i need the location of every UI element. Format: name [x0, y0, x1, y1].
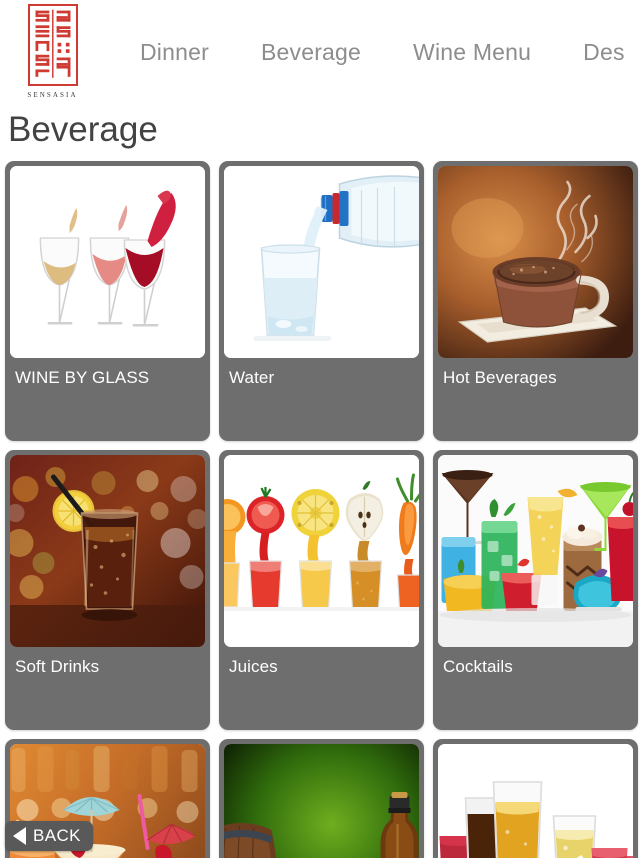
- category-grid: WINE BY GLASS Water Hot Beverages Soft D…: [0, 153, 643, 858]
- category-label: Water: [229, 368, 275, 387]
- steaming-coffee-cup-on-saucer-image: [438, 166, 633, 358]
- category-label: Juices: [229, 657, 278, 676]
- category-card-assorted-drinks[interactable]: [433, 739, 638, 858]
- category-card-juices[interactable]: Juices: [219, 450, 424, 730]
- category-card-water[interactable]: Water: [219, 161, 424, 441]
- five-fruit-juices-pouring-image: [224, 455, 419, 647]
- category-label: Hot Beverages: [443, 368, 557, 387]
- nav-item-wine-menu[interactable]: Wine Menu: [413, 39, 531, 66]
- nav-item-dinner[interactable]: Dinner: [140, 39, 209, 66]
- back-button-label: BACK: [33, 826, 81, 845]
- assorted-colorful-cocktails-image: [438, 455, 633, 647]
- category-label: Cocktails: [443, 657, 513, 676]
- three-wine-glasses-splash-image: [10, 166, 205, 358]
- back-button[interactable]: BACK: [5, 821, 93, 851]
- category-label: WINE BY GLASS: [15, 368, 150, 387]
- main-navigation: Dinner Beverage Wine Menu Des: [105, 0, 643, 105]
- category-label: Soft Drinks: [15, 657, 100, 676]
- brand-name: SENSASIA: [27, 91, 78, 99]
- app-header: SENSASIA Dinner Beverage Wine Menu Des: [0, 0, 643, 105]
- page-title: Beverage: [8, 110, 158, 149]
- beer-barrel-mug-and-bottle-image: [224, 744, 419, 858]
- category-card-hot-beverages[interactable]: Hot Beverages: [433, 161, 638, 441]
- category-card-beer[interactable]: [219, 739, 424, 858]
- sensasia-logogram-icon: [27, 4, 78, 86]
- category-card-soft-drinks[interactable]: Soft Drinks: [5, 450, 210, 730]
- assorted-beer-wine-glasses-image: [438, 744, 633, 858]
- nav-item-beverage[interactable]: Beverage: [261, 39, 361, 66]
- category-card-wine-by-glass[interactable]: WINE BY GLASS: [5, 161, 210, 441]
- nav-item-desserts[interactable]: Des: [583, 39, 625, 66]
- water-bottle-pouring-into-glass-image: [224, 166, 419, 358]
- brand-logo[interactable]: SENSASIA: [0, 0, 105, 99]
- left-triangle-icon: [13, 827, 26, 845]
- cola-glass-with-lemon-bokeh-image: [10, 455, 205, 647]
- category-card-cocktails[interactable]: Cocktails: [433, 450, 638, 730]
